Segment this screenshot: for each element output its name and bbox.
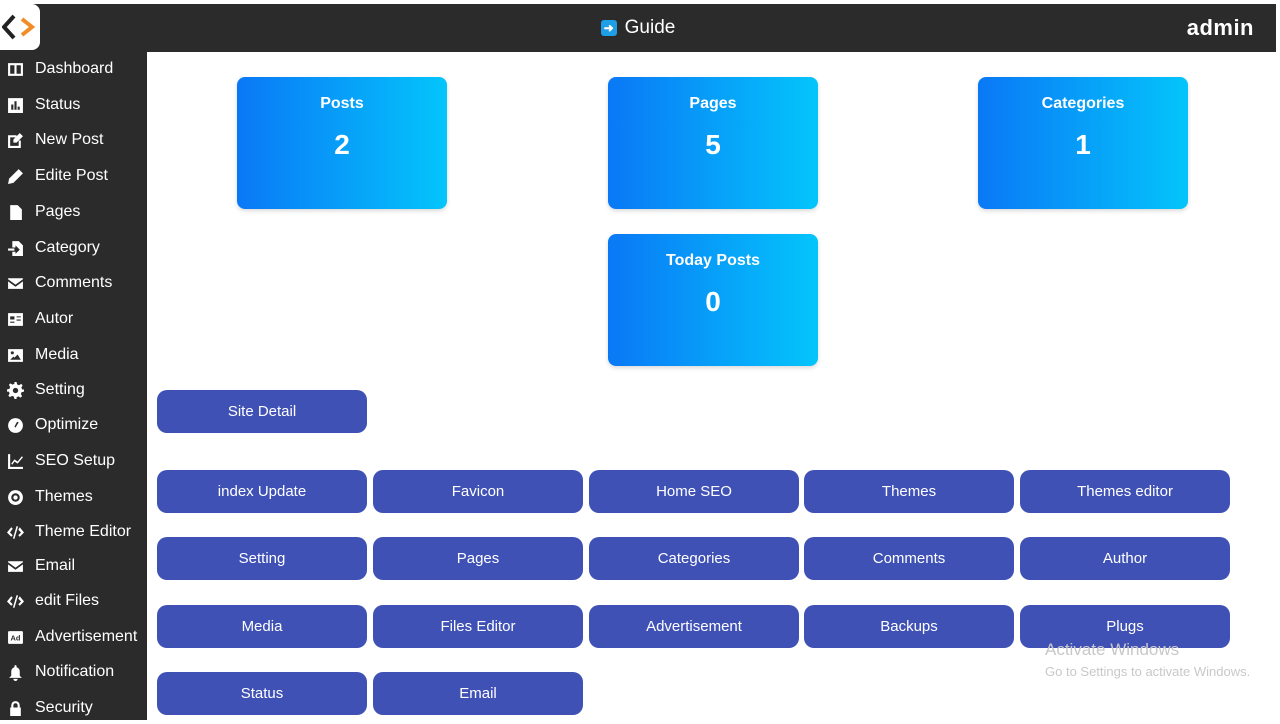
stat-value: 5 bbox=[705, 129, 721, 160]
sidebar-item-autor[interactable]: Autor bbox=[0, 303, 147, 335]
sidebar-item-label: Themes bbox=[35, 488, 93, 505]
categories-button[interactable]: Categories bbox=[589, 537, 799, 580]
author-button[interactable]: Author bbox=[1020, 537, 1230, 580]
stat-value: 1 bbox=[1075, 129, 1091, 160]
svg-text:Ad: Ad bbox=[10, 633, 20, 642]
sidebar-item-setting[interactable]: Setting bbox=[0, 374, 147, 406]
bell-icon bbox=[3, 660, 27, 684]
sidebar-item-themes[interactable]: Themes bbox=[0, 481, 147, 513]
sidebar-item-notification[interactable]: Notification bbox=[0, 656, 147, 688]
status-button[interactable]: Status bbox=[157, 672, 367, 715]
file-icon bbox=[3, 200, 27, 224]
stat-value: 2 bbox=[334, 129, 350, 160]
lock-icon bbox=[3, 696, 27, 720]
window-edge bbox=[1276, 0, 1280, 720]
sidebar-item-label: Security bbox=[35, 699, 93, 716]
page-header: ➜ Guide bbox=[0, 4, 1276, 52]
envelope-icon bbox=[3, 554, 27, 578]
top-bar: ➜ Guide admin bbox=[0, 4, 1276, 52]
image-icon bbox=[3, 343, 27, 367]
sidebar-item-seo-setup[interactable]: SEO Setup bbox=[0, 445, 147, 477]
sidebar-item-optimize[interactable]: Optimize bbox=[0, 409, 147, 441]
themes-button[interactable]: Themes bbox=[804, 470, 1014, 513]
sidebar-item-label: Setting bbox=[35, 381, 85, 398]
sidebar-item-edite-post[interactable]: Edite Post bbox=[0, 160, 147, 192]
media-button[interactable]: Media bbox=[157, 605, 367, 648]
site-detail-button[interactable]: Site Detail bbox=[157, 390, 367, 433]
stat-title: Today Posts bbox=[666, 252, 760, 269]
comments-button[interactable]: Comments bbox=[804, 537, 1014, 580]
sidebar-item-label: New Post bbox=[35, 131, 104, 148]
edit-square-icon bbox=[3, 128, 27, 152]
sidebar-item-security[interactable]: Security bbox=[0, 692, 147, 724]
stat-title: Posts bbox=[320, 95, 364, 112]
sidebar-item-theme-editor[interactable]: Theme Editor bbox=[0, 516, 147, 548]
sidebar-item-media[interactable]: Media bbox=[0, 339, 147, 371]
site-logo[interactable] bbox=[0, 4, 40, 50]
sidebar-item-status[interactable]: Status bbox=[0, 89, 147, 121]
index-update-button[interactable]: index Update bbox=[157, 470, 367, 513]
stat-card-today-posts: Today Posts 0 bbox=[608, 234, 818, 366]
sidebar-item-dashboard[interactable]: Dashboard bbox=[0, 53, 147, 85]
code-icon bbox=[3, 589, 27, 613]
stat-card-pages: Pages 5 bbox=[608, 77, 818, 209]
sidebar: Dashboard Status New Post Edite Post Pag… bbox=[0, 52, 147, 720]
backups-button[interactable]: Backups bbox=[804, 605, 1014, 648]
sidebar-item-label: Pages bbox=[35, 203, 81, 220]
stat-title: Categories bbox=[1041, 95, 1125, 112]
activation-watermark-title: Activate Windows bbox=[1045, 640, 1180, 659]
home-seo-button[interactable]: Home SEO bbox=[589, 470, 799, 513]
email-button[interactable]: Email bbox=[373, 672, 583, 715]
sidebar-item-edit-files[interactable]: edit Files bbox=[0, 585, 147, 617]
files-editor-button[interactable]: Files Editor bbox=[373, 605, 583, 648]
sidebar-item-label: Advertisement bbox=[35, 628, 138, 645]
sidebar-item-label: Category bbox=[35, 239, 100, 256]
arrow-right-icon: ➜ bbox=[600, 20, 617, 36]
code-icon bbox=[3, 520, 27, 544]
sidebar-item-label: Theme Editor bbox=[35, 523, 132, 540]
activation-watermark-subtitle: Go to Settings to activate Windows. bbox=[1045, 664, 1251, 679]
admin-user-menu[interactable]: admin bbox=[1187, 4, 1254, 52]
stat-title: Pages bbox=[689, 95, 737, 112]
pages-button[interactable]: Pages bbox=[373, 537, 583, 580]
setting-button[interactable]: Setting bbox=[157, 537, 367, 580]
sidebar-item-pages[interactable]: Pages bbox=[0, 196, 147, 228]
sidebar-item-new-post[interactable]: New Post bbox=[0, 124, 147, 156]
bar-chart-icon bbox=[3, 93, 27, 117]
stat-card-posts: Posts 2 bbox=[237, 77, 447, 209]
dashboard-icon bbox=[3, 57, 27, 81]
file-import-icon bbox=[3, 236, 27, 260]
sidebar-item-label: Comments bbox=[35, 274, 113, 291]
sidebar-item-label: Dashboard bbox=[35, 60, 114, 77]
favicon-button[interactable]: Favicon bbox=[373, 470, 583, 513]
advertisement-button[interactable]: Advertisement bbox=[589, 605, 799, 648]
sidebar-item-label: Status bbox=[35, 96, 81, 113]
gauge-icon bbox=[3, 413, 27, 437]
ad-icon: Ad bbox=[3, 625, 27, 649]
sidebar-item-label: Optimize bbox=[35, 416, 99, 433]
sidebar-item-label: Edite Post bbox=[35, 167, 108, 184]
sidebar-item-comments[interactable]: Comments bbox=[0, 267, 147, 299]
sidebar-item-category[interactable]: Category bbox=[0, 232, 147, 264]
stat-card-categories: Categories 1 bbox=[978, 77, 1188, 209]
sidebar-item-advertisement[interactable]: Ad Advertisement bbox=[0, 621, 147, 653]
pencil-icon bbox=[3, 164, 27, 188]
sidebar-item-label: Media bbox=[35, 346, 79, 363]
brackets-logo-icon bbox=[2, 14, 36, 40]
envelope-icon bbox=[3, 271, 27, 295]
sidebar-item-label: Notification bbox=[35, 663, 115, 680]
sidebar-item-email[interactable]: Email bbox=[0, 550, 147, 582]
eye-icon bbox=[3, 485, 27, 509]
page-title: Guide bbox=[624, 17, 676, 38]
sidebar-item-label: SEO Setup bbox=[35, 452, 116, 469]
gear-icon bbox=[3, 378, 27, 402]
sidebar-item-label: Email bbox=[35, 557, 76, 574]
sidebar-item-label: edit Files bbox=[35, 592, 100, 609]
line-chart-icon bbox=[3, 449, 27, 473]
themes-editor-button[interactable]: Themes editor bbox=[1020, 470, 1230, 513]
id-card-icon bbox=[3, 307, 27, 331]
sidebar-item-label: Autor bbox=[35, 310, 74, 327]
stat-value: 0 bbox=[705, 286, 721, 317]
